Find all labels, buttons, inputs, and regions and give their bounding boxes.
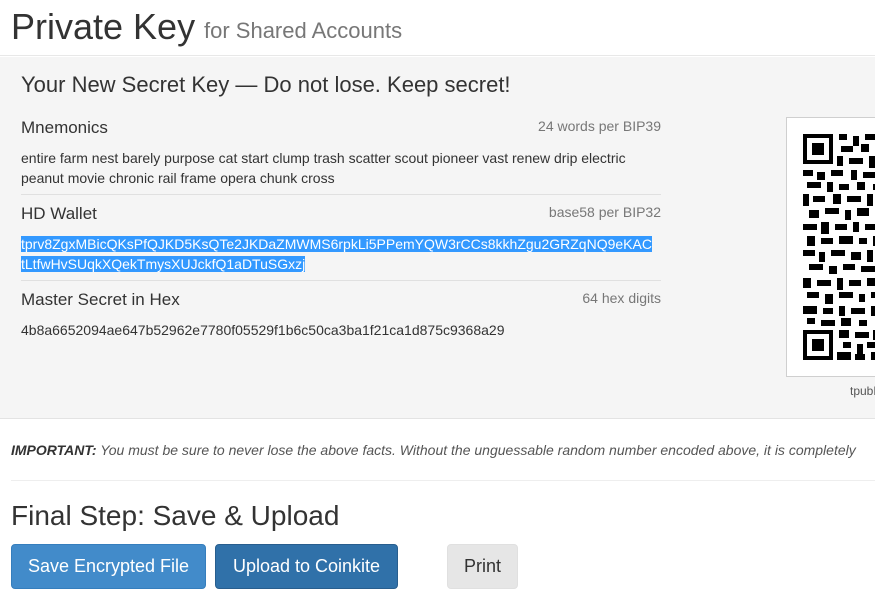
hd-wallet-value[interactable]: tprv8ZgxMBicQKsPfQJKD5KsQTe2JKDaZMWMS6rp… — [21, 234, 663, 274]
page-header: Private Key for Shared Accounts — [0, 0, 875, 56]
master-secret-label: Master Secret in Hex — [21, 290, 180, 309]
divider — [21, 280, 661, 281]
mnemonics-hint: 24 words per BIP39 — [538, 118, 661, 134]
hd-wallet-line-1: tprv8ZgxMBicQKsPfQJKD5KsQTe2JKDaZMWMS6rp… — [21, 236, 652, 252]
print-button[interactable]: Print — [447, 544, 518, 589]
qr-caption: tpubD — [850, 384, 875, 398]
master-secret-hint: 64 hex digits — [582, 290, 661, 306]
upload-to-coinkite-button[interactable]: Upload to Coinkite — [215, 544, 398, 589]
page-subtitle: for Shared Accounts — [204, 18, 403, 43]
secret-key-heading: Your New Secret Key — Do not lose. Keep … — [21, 72, 511, 97]
qr-code-icon — [803, 134, 875, 360]
page-title: Private Key — [11, 6, 196, 47]
save-encrypted-file-button[interactable]: Save Encrypted File — [11, 544, 206, 589]
hd-wallet-label: HD Wallet — [21, 204, 97, 223]
divider — [11, 480, 875, 481]
mnemonics-value[interactable]: entire farm nest barely purpose cat star… — [21, 148, 663, 188]
mnemonics-line-1: entire farm nest barely purpose cat star… — [21, 150, 626, 166]
mnemonics-label: Mnemonics — [21, 118, 108, 137]
important-text: You must be sure to never lose the above… — [100, 442, 856, 458]
important-notice: IMPORTANT: You must be sure to never los… — [11, 442, 856, 458]
hd-wallet-hint: base58 per BIP32 — [548, 204, 661, 220]
hd-wallet-line-2: tLtfwHvSUqkXQekTmysXUJckfQ1aDTuSGxzj — [21, 256, 306, 272]
mnemonics-line-2: peanut movie chronic rail frame opera ch… — [21, 170, 335, 186]
important-label: IMPORTANT: — [11, 442, 97, 458]
divider — [21, 194, 661, 195]
master-secret-value[interactable]: 4b8a6652094ae647b52962e7780f05529f1b6c50… — [21, 320, 663, 340]
final-step-heading: Final Step: Save & Upload — [11, 500, 340, 531]
qr-code-box — [786, 117, 875, 377]
